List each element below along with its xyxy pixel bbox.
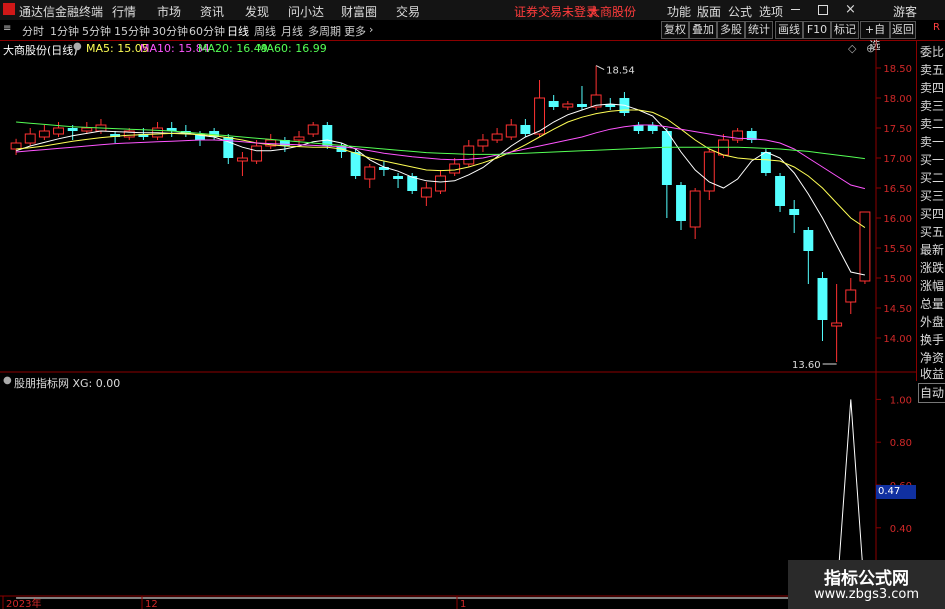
candle-body-up — [251, 145, 263, 162]
candle-body-down — [676, 185, 686, 221]
indicator-tick-label: 1.00 — [890, 395, 912, 406]
candle-body-down — [789, 209, 800, 215]
side-item-sell2[interactable]: 卖二 — [920, 115, 945, 132]
watermark-url: www.zbgs3.com — [813, 587, 920, 602]
candle-body-up — [689, 190, 701, 228]
candle-body-up — [38, 130, 50, 138]
candle-body-up — [463, 145, 475, 165]
side-item-turnover[interactable]: 换手 — [920, 331, 945, 348]
side-item-sell1[interactable]: 卖一 — [920, 133, 945, 150]
settings-circle-icon[interactable]: ● — [73, 41, 82, 52]
side-item-outer[interactable]: 外盘 — [920, 313, 945, 330]
side-item-latest[interactable]: 最新 — [920, 241, 945, 258]
price-tick-label: 18.00 — [883, 94, 912, 105]
side-item-sell3[interactable]: 卖三 — [920, 97, 945, 114]
side-item-buy3[interactable]: 买三 — [920, 187, 945, 204]
candle-body-up — [420, 187, 432, 198]
candle-body-up — [831, 322, 843, 327]
price-tick-label: 16.50 — [883, 184, 912, 195]
high-marker-line — [595, 65, 605, 71]
side-item-change-pct[interactable]: 涨幅 — [920, 277, 945, 294]
side-item-sell4[interactable]: 卖四 — [920, 79, 945, 96]
diamond-icon[interactable]: ◇ — [848, 42, 856, 55]
low-marker-label: 13.60 — [792, 360, 821, 371]
candle-body-down — [817, 278, 828, 320]
candle-body-up — [307, 124, 319, 135]
candle-body-down — [393, 176, 404, 179]
price-tick-label: 15.00 — [883, 274, 912, 285]
candle-body-down — [322, 125, 333, 146]
candle-body-up — [53, 127, 64, 135]
indicator-settings-icon[interactable]: ● — [3, 375, 12, 386]
candle-body-up — [845, 289, 857, 303]
candle-body-down — [775, 176, 785, 206]
side-item-buy5[interactable]: 买五 — [920, 223, 945, 240]
high-marker-label: 18.54 — [606, 66, 635, 77]
side-item-volume[interactable]: 总量 — [920, 295, 945, 312]
candle-body-up — [703, 151, 715, 192]
candle-body-up — [562, 103, 574, 108]
candle-body-down — [350, 152, 361, 176]
ma60-legend: MA60: 16.99 — [257, 42, 327, 55]
side-item-net-assets[interactable]: 净资 — [920, 349, 945, 366]
indicator-title: 股朋指标网 XG: 0.00 — [14, 377, 121, 390]
kline-chart[interactable]: 14.00 14.50 15.00 15.50 16.00 16.50 17.00 17.50… — [0, 0, 945, 609]
candle-body-up — [236, 157, 248, 162]
candle-body-down — [803, 230, 814, 251]
candle-body-down — [577, 104, 587, 107]
side-item-change[interactable]: 涨跌 — [920, 259, 945, 276]
indicator-tick-label: 0.40 — [890, 524, 912, 535]
time-tick-label: 12 — [145, 599, 158, 609]
indicator-current-value: 0.47 — [876, 485, 916, 499]
quote-side-panel: 委比 卖五 卖四 卖三 卖二 卖一 买一 买二 买三 买四 买五 最新 涨跌 涨… — [916, 41, 945, 381]
xg-signal-line — [16, 399, 866, 599]
candle-body-up — [449, 163, 461, 174]
price-tick-label: 14.50 — [883, 304, 912, 315]
candle-body-up — [10, 142, 22, 150]
candle-body-up — [24, 133, 36, 144]
candle-body-down — [67, 128, 78, 131]
side-item-earnings[interactable]: 收益 — [920, 365, 945, 382]
zoom-in-icon[interactable]: ⊕ — [866, 42, 875, 55]
side-item-buy4[interactable]: 买四 — [920, 205, 945, 222]
price-tick-label: 17.00 — [883, 154, 912, 165]
price-tick-label: 15.50 — [883, 244, 912, 255]
price-tick-label: 17.50 — [883, 124, 912, 135]
watermark-badge: 指标公式网 www.zbgs3.com — [788, 560, 945, 609]
auto-button[interactable]: 自动 — [918, 383, 945, 403]
watermark-title: 指标公式网 — [824, 569, 909, 589]
side-item-sell5[interactable]: 卖五 — [920, 61, 945, 78]
price-tick-label: 14.00 — [883, 334, 912, 345]
candle-body-up — [505, 124, 517, 138]
side-item-buy1[interactable]: 买一 — [920, 151, 945, 168]
side-item-weibi[interactable]: 委比 — [920, 43, 945, 60]
ma10-line — [16, 109, 866, 229]
main-chart-title: 大商股份(日线) — [3, 44, 78, 57]
time-tick-label: 2023年 — [6, 597, 41, 609]
candle-body-down — [661, 131, 672, 185]
candle-body-down — [760, 152, 771, 173]
candle-body-up — [293, 136, 305, 141]
price-tick-label: 16.00 — [883, 214, 912, 225]
candle-body-down — [548, 101, 559, 107]
side-item-buy2[interactable]: 买二 — [920, 169, 945, 186]
candle-body-up — [364, 166, 376, 180]
candle-body-up — [491, 133, 503, 141]
time-tick-label: 1 — [460, 599, 466, 609]
candle-body-up — [859, 211, 871, 282]
indicator-tick-label: 0.80 — [890, 438, 912, 449]
candle-body-up — [81, 127, 93, 132]
candle-body-up — [477, 139, 489, 147]
candle-body-up — [435, 175, 446, 192]
candle-body-down — [520, 125, 531, 134]
price-tick-label: 18.50 — [883, 64, 912, 75]
